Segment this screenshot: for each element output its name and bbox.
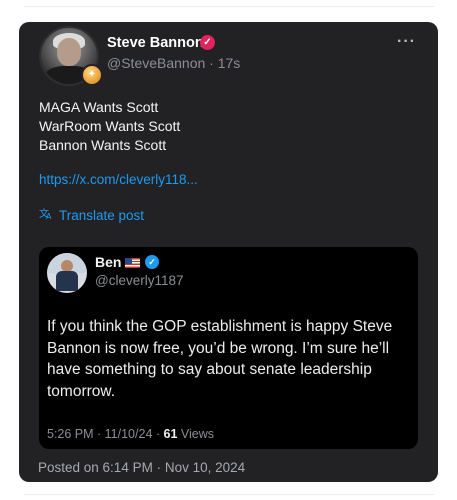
translate-icon: 文 A xyxy=(39,207,55,223)
us-flag-icon xyxy=(125,258,140,268)
quote-line: tomorrow. xyxy=(47,382,116,400)
quote-author-name[interactable]: Ben xyxy=(95,254,121,270)
quote-avatar[interactable] xyxy=(47,253,87,293)
author-handle[interactable]: @SteveBannon · 17s xyxy=(107,55,240,71)
quote-line: If you think the GOP establishment is ha… xyxy=(47,318,393,335)
quote-line: Bannon is now free, you’d be wrong. I’m … xyxy=(47,339,390,357)
quote-text: If you think the GOP establishment is ha… xyxy=(47,316,407,402)
more-horizontal-icon[interactable]: ··· xyxy=(397,33,416,51)
post-link[interactable]: https://x.com/cleverly118... xyxy=(39,172,198,187)
post-text: MAGA Wants Scott WarRoom Wants Scott Ban… xyxy=(39,98,180,155)
translate-label: Translate post xyxy=(59,208,145,223)
affiliate-badge-icon: ✦ xyxy=(81,64,103,86)
avatar-shirt xyxy=(56,271,78,291)
quote-timestamp[interactable]: 5:26 PM · 11/10/24 · xyxy=(47,427,164,441)
post-card[interactable]: ✦ Steve Bannon ✓ @SteveBannon · 17s ··· … xyxy=(19,22,438,482)
quote-views-count: 61 xyxy=(163,427,178,441)
top-divider xyxy=(24,6,434,7)
svg-text:A: A xyxy=(46,212,52,220)
translate-post-button[interactable]: 文 A Translate post xyxy=(39,207,144,223)
post-line: MAGA Wants Scott xyxy=(39,99,159,115)
verified-badge-icon: ✓ xyxy=(200,35,215,50)
posted-timestamp: Posted on 6:14 PM · Nov 10, 2024 xyxy=(38,460,246,475)
bottom-divider xyxy=(24,494,434,495)
post-line: WarRoom Wants Scott xyxy=(39,118,181,134)
quote-meta: 5:26 PM · 11/10/24 · 61 Views xyxy=(47,427,214,441)
quote-author-handle[interactable]: @cleverly1187 xyxy=(95,273,184,288)
post-line: Bannon Wants Scott xyxy=(39,137,167,153)
author-name[interactable]: Steve Bannon xyxy=(107,35,204,51)
quote-views-label: Views xyxy=(177,427,214,441)
avatar-face xyxy=(57,38,81,66)
quote-line: have something to say about senate leade… xyxy=(47,361,372,378)
quoted-post[interactable]: Ben ✓ @cleverly1187 If you think the GOP… xyxy=(39,247,418,449)
verified-badge-icon: ✓ xyxy=(145,255,159,269)
